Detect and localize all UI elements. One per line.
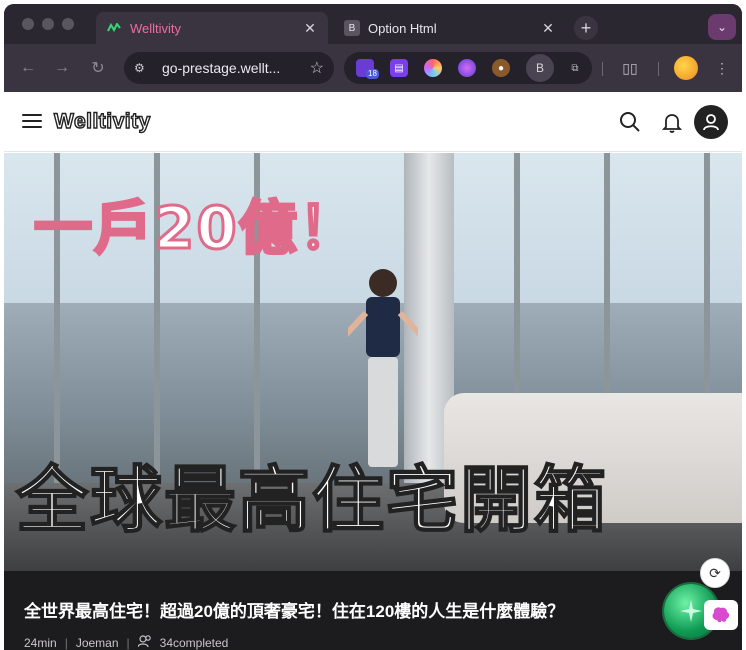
reload-icon[interactable]: ↻ — [86, 56, 110, 80]
extension-b-button[interactable]: B — [526, 54, 554, 82]
hero-thumbnail[interactable]: 一戶20億！ 全球最高住宅開箱 — [4, 153, 742, 571]
close-tab-icon[interactable]: ✕ — [302, 20, 318, 36]
video-caption[interactable]: 全世界最高住宅！超過20億的頂奢豪宅！住在120樓的人生是什麼體驗？ 24min… — [4, 571, 742, 650]
extension-icon-4[interactable] — [458, 59, 476, 77]
people-icon — [137, 635, 152, 650]
url-text: go-prestage.wellt... — [162, 60, 281, 76]
bookmark-star-icon[interactable]: ☆ — [310, 58, 324, 78]
extensions-bar: 18 ▤ ● B ⧉ — [344, 52, 592, 84]
bell-icon[interactable] — [660, 110, 684, 134]
tab-option-html[interactable]: B Option Html ✕ — [334, 12, 566, 44]
extension-icon-3[interactable] — [424, 59, 442, 77]
toolbar-divider — [602, 62, 603, 76]
video-title[interactable]: 全世界最高住宅！超過20億的頂奢豪宅！住在120樓的人生是什麼體驗？ — [24, 597, 564, 622]
extension-icon-2[interactable]: ▤ — [390, 59, 408, 77]
tab-title: Welltivity — [130, 20, 182, 36]
extension-badge: 18 — [366, 69, 379, 79]
profile-avatar-icon[interactable] — [674, 56, 698, 80]
brand-logo[interactable]: Welltivity — [53, 109, 151, 134]
menu-icon[interactable] — [22, 114, 42, 130]
close-tab-icon[interactable]: ✕ — [540, 20, 556, 36]
tab-title: Option Html — [368, 20, 437, 36]
close-window-icon[interactable] — [22, 18, 34, 30]
completed-count: 34completed — [159, 635, 229, 650]
bear-extension-icon[interactable]: ● — [492, 59, 510, 77]
meta-separator: | — [64, 635, 68, 650]
hero-overlay-top: 一戶20億！ — [33, 193, 359, 264]
meta-separator: | — [126, 635, 130, 650]
browser-toolbar: ← → ↻ ⚙ go-prestage.wellt... ☆ 18 ▤ ● B … — [4, 44, 742, 92]
more-menu-icon[interactable]: ⋮ — [712, 58, 732, 78]
video-author: Joeman — [75, 635, 119, 650]
toolbar-divider — [658, 62, 659, 76]
welltivity-favicon-icon — [106, 20, 122, 36]
refresh-overlay-icon[interactable]: ⟳ — [700, 558, 730, 588]
forward-arrow-icon[interactable]: → — [50, 56, 74, 80]
tab-strip: Welltivity ✕ B Option Html ✕ + ⌄ — [4, 4, 742, 44]
tab-welltivity[interactable]: Welltivity ✕ — [96, 12, 328, 44]
back-arrow-icon[interactable]: ← — [16, 56, 40, 80]
browser-window: Welltivity ✕ B Option Html ✕ + ⌄ ← → ↻ ⚙… — [4, 4, 742, 650]
video-meta: 24min | Joeman | 34completed — [24, 635, 228, 650]
minimize-window-icon[interactable] — [42, 18, 54, 30]
option-html-favicon-icon: B — [344, 20, 360, 36]
hero-overlay-bottom: 全球最高住宅開箱 — [15, 457, 609, 543]
address-bar[interactable]: ⚙ go-prestage.wellt... ☆ — [124, 52, 334, 84]
new-tab-button[interactable]: + — [574, 16, 598, 40]
extension-icon-1[interactable]: 18 — [356, 59, 379, 79]
puzzle-extensions-icon[interactable]: ⧉ — [566, 59, 584, 77]
page-viewport: Welltivity 一戶20億！ 全球最高住宅開箱 全世界最高住宅！超過20億… — [4, 92, 742, 650]
brain-extension-icon[interactable] — [704, 600, 738, 630]
site-settings-icon[interactable]: ⚙ — [134, 61, 152, 75]
reading-list-icon[interactable]: ▯▯ — [620, 58, 640, 78]
tab-search-chevron-icon[interactable]: ⌄ — [708, 14, 736, 40]
maximize-window-icon[interactable] — [62, 18, 74, 30]
app-header: Welltivity — [4, 92, 742, 152]
search-icon[interactable] — [618, 110, 642, 134]
video-duration: 24min — [24, 635, 57, 650]
profile-icon[interactable] — [694, 105, 728, 139]
